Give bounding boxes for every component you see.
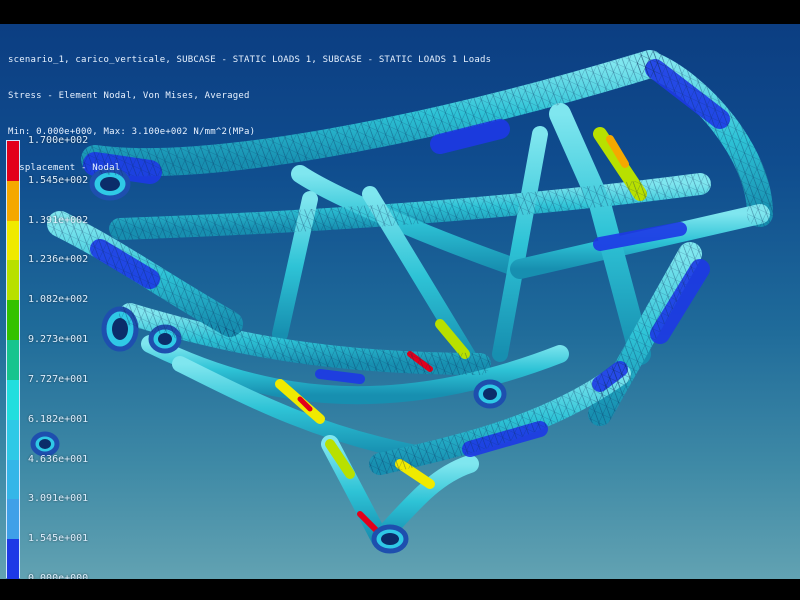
- legend-swatch: [7, 539, 19, 579]
- legend-label: 1.700e+002: [28, 135, 89, 146]
- legend-swatch: [7, 379, 19, 420]
- top-frame-bar: [0, 0, 800, 24]
- legend-swatch: [7, 459, 19, 500]
- legend-swatch: [7, 340, 19, 380]
- legend-label: 9.273e+001: [28, 334, 89, 346]
- legend-label: 3.091e+001: [28, 493, 89, 505]
- legend-swatch: [7, 180, 19, 221]
- header-stress-type: Stress - Element Nodal, Von Mises, Avera…: [8, 91, 250, 101]
- legend-label: 1.545e+002: [28, 174, 89, 186]
- legend-label: 1.545e+001: [28, 533, 89, 545]
- legend-swatch: [7, 260, 19, 301]
- legend-label: 7.727e+001: [28, 373, 89, 385]
- legend-label: 1.236e+002: [28, 254, 89, 266]
- stress-legend: 1.700e+002 1.545e+002 1.391e+002 1.236e+002…: [6, 136, 116, 579]
- legend-swatch: [7, 300, 19, 341]
- legend-swatch: [7, 141, 19, 181]
- legend-swatch: [7, 419, 19, 460]
- header-scenario: scenario_1, carico_verticale, SUBCASE - …: [8, 55, 492, 65]
- legend-swatch: [7, 499, 19, 540]
- legend-label: 1.391e+002: [28, 214, 89, 226]
- fea-viewport[interactable]: scenario_1, carico_verticale, SUBCASE - …: [0, 24, 800, 579]
- legend-swatch: [7, 220, 19, 261]
- bottom-frame-bar: [0, 579, 800, 600]
- legend-label: 6.182e+001: [28, 413, 89, 425]
- legend-label: 1.082e+002: [28, 294, 89, 306]
- legend-label: 4.636e+001: [28, 453, 89, 465]
